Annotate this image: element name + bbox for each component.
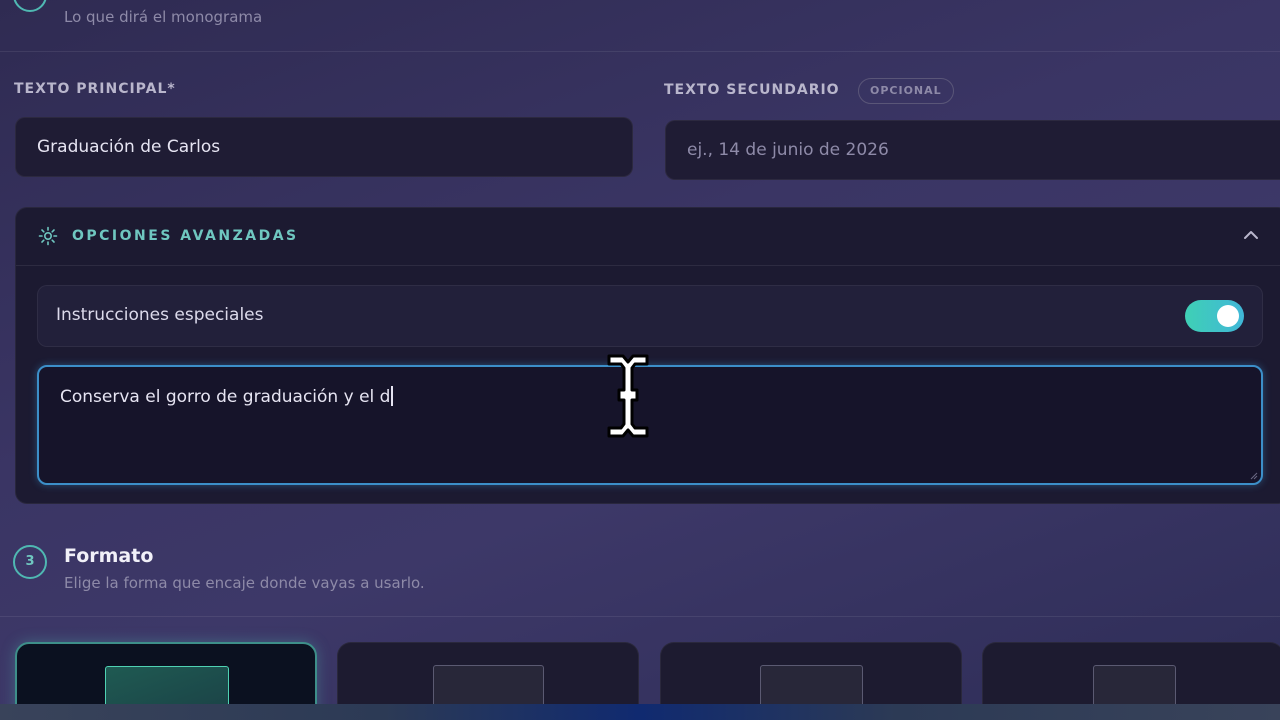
divider bbox=[0, 51, 1280, 52]
gear-icon bbox=[38, 226, 58, 246]
main-text-label: TEXTO PRINCIPAL* bbox=[14, 81, 176, 97]
chevron-up-icon[interactable] bbox=[1242, 226, 1260, 244]
section-title: Formato bbox=[64, 545, 154, 567]
text-cursor-icon bbox=[607, 354, 649, 438]
special-instructions-label: Instrucciones especiales bbox=[56, 305, 264, 325]
secondary-text-input[interactable]: ej., 14 de junio de 2026 bbox=[665, 120, 1280, 180]
bottom-bar bbox=[0, 704, 1280, 720]
advanced-options-header[interactable]: OPCIONES AVANZADAS bbox=[16, 208, 1280, 265]
divider bbox=[0, 616, 1280, 617]
advanced-options-title: OPCIONES AVANZADAS bbox=[72, 228, 299, 244]
secondary-text-label: TEXTO SECUNDARIO bbox=[664, 82, 840, 98]
step-number-circle: 3 bbox=[13, 545, 47, 579]
text-caret bbox=[391, 386, 393, 406]
resize-handle-icon[interactable] bbox=[1250, 472, 1258, 480]
optional-badge: OPCIONAL bbox=[858, 78, 954, 104]
step-subtitle: Lo que dirá el monograma bbox=[64, 8, 263, 26]
toggle-knob bbox=[1217, 305, 1239, 327]
step-number-circle bbox=[13, 0, 47, 12]
divider bbox=[16, 265, 1280, 266]
textarea-text: Conserva el gorro de graduación y el d bbox=[60, 387, 391, 407]
main-text-input[interactable]: Graduación de Carlos bbox=[15, 117, 633, 177]
section-subtitle: Elige la forma que encaje donde vayas a … bbox=[64, 574, 425, 592]
special-instructions-row: Instrucciones especiales bbox=[37, 285, 1263, 347]
special-instructions-toggle[interactable] bbox=[1185, 300, 1244, 332]
